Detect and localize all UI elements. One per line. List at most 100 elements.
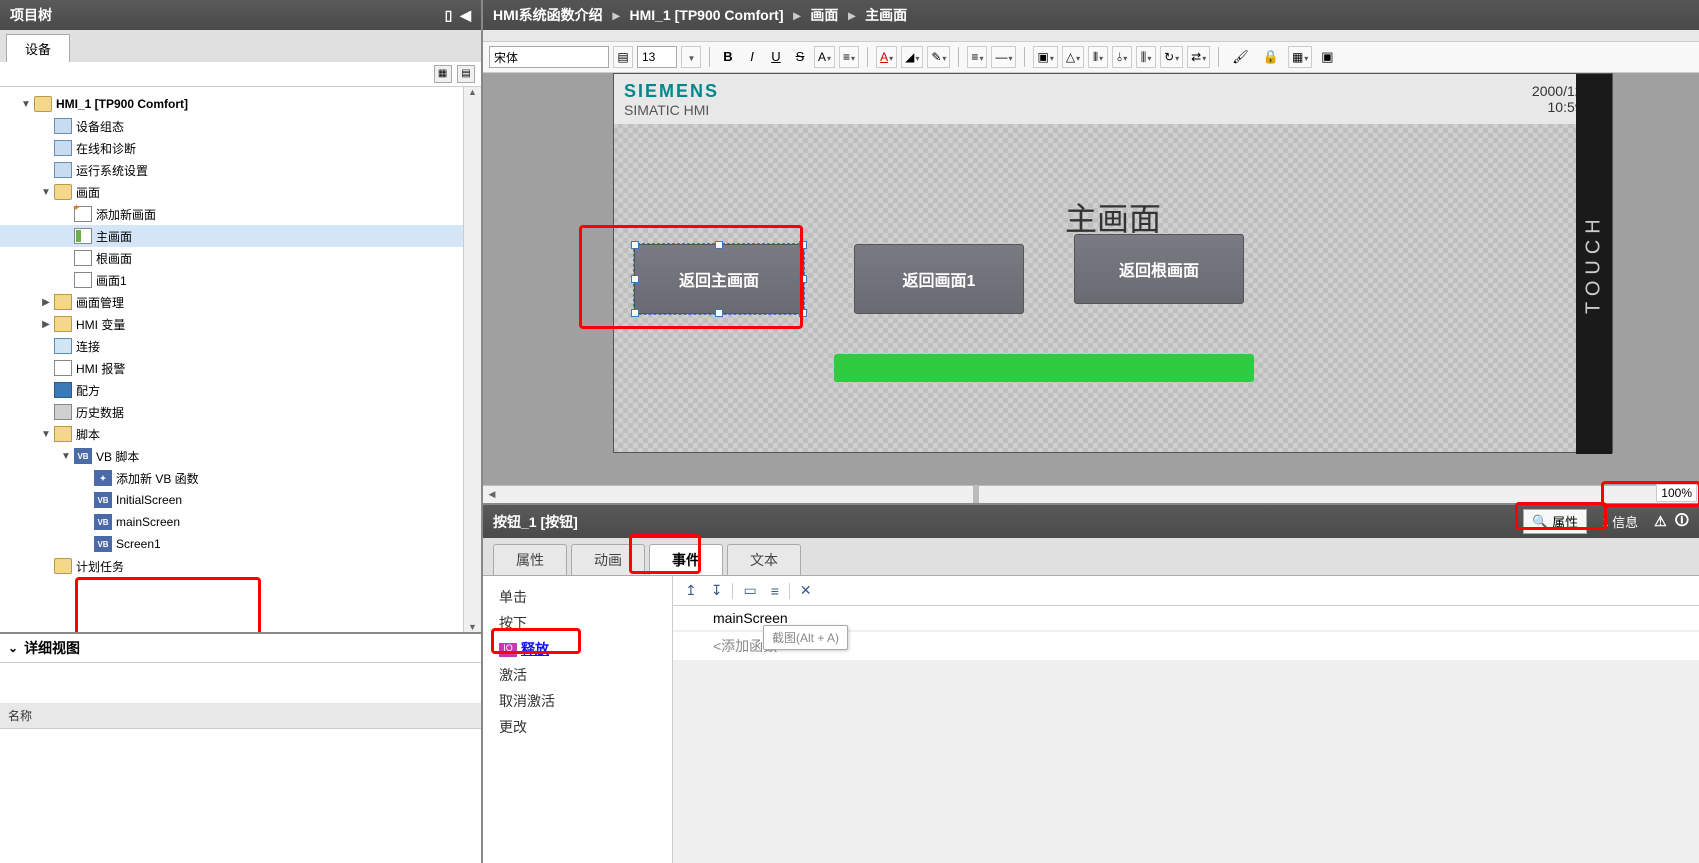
ptab-text[interactable]: 文本 [727, 544, 801, 575]
underline-button[interactable]: U [766, 46, 786, 68]
crumb-3[interactable]: 主画面 [865, 7, 907, 23]
tree-item[interactable]: 连接 [0, 335, 481, 357]
tree-options-icon[interactable]: ▤ [457, 65, 475, 83]
crumb-0[interactable]: HMI系统函数介绍 [493, 7, 603, 23]
font-size-select[interactable] [637, 46, 677, 68]
tree-item[interactable]: ✦添加新 VB 函数 [0, 467, 481, 489]
tag-icon [54, 316, 72, 332]
tree-item[interactable]: VBInitialScreen [0, 489, 481, 511]
detail-view-header[interactable]: ⌄ 详细视图 [0, 632, 481, 663]
canvas-h-scrollbar[interactable]: ◀ ▶ 100% [483, 485, 1699, 503]
font-color-dd[interactable]: A▾ [876, 46, 897, 68]
line-style-dd[interactable]: —▾ [991, 46, 1016, 68]
fill-color-dd[interactable]: ◢▾ [901, 46, 923, 68]
rotate-dd[interactable]: ↻▾ [1160, 46, 1183, 68]
tree-item[interactable]: ▶画面管理 [0, 291, 481, 313]
tree-item[interactable]: 根画面 [0, 247, 481, 269]
ptab-events[interactable]: 事件 [649, 544, 723, 575]
tree-view-icon[interactable]: ▦ [434, 65, 452, 83]
tree-item[interactable]: HMI 报警 [0, 357, 481, 379]
layer-front-dd[interactable]: ▣▾ [1033, 46, 1057, 68]
tree-item[interactable]: 设备组态 [0, 115, 481, 137]
ptab-anim[interactable]: 动画 [571, 544, 645, 575]
tree-item[interactable]: 配方 [0, 379, 481, 401]
tree-item[interactable]: ▼画面 [0, 181, 481, 203]
add-screen-icon [74, 206, 92, 222]
line-width-dd[interactable]: ≡▾ [967, 46, 987, 68]
props-tab-info[interactable]: ℹ 信息 [1595, 510, 1646, 533]
align-h-dd[interactable]: ⫴▾ [1088, 46, 1108, 68]
font-book-icon[interactable]: ▤ [613, 46, 633, 68]
align-dd[interactable]: ≡▾ [839, 46, 859, 68]
project-tree-title: 项目树 [10, 5, 52, 25]
project-tree[interactable]: ▼HMI_1 [TP900 Comfort]设备组态在线和诊断运行系统设置▼画面… [0, 87, 481, 583]
expand-icon[interactable]: ▼ [20, 99, 32, 110]
distribute-dd[interactable]: ⫼▾ [1136, 46, 1156, 68]
expand-icon[interactable]: ▼ [40, 429, 52, 440]
event-item[interactable]: 取消激活 [483, 688, 672, 714]
tree-item[interactable]: 主画面 [0, 225, 481, 247]
add-folder-icon[interactable]: ▭ [739, 580, 760, 601]
hmi-button-2[interactable]: 返回画面1 [854, 244, 1024, 314]
event-item[interactable]: 激活 [483, 662, 672, 688]
expand-icon[interactable]: ▼ [40, 187, 52, 198]
font-extra-dd[interactable]: A▾ [814, 46, 835, 68]
event-item[interactable]: 单击 [483, 584, 672, 610]
tree-item[interactable]: 添加新画面 [0, 203, 481, 225]
crumb-1[interactable]: HMI_1 [TP900 Comfort] [629, 7, 783, 23]
bold-button[interactable]: B [718, 46, 738, 68]
tree-item[interactable]: ▼HMI_1 [TP900 Comfort] [0, 93, 481, 115]
move-down-icon[interactable]: ↧ [707, 580, 727, 601]
diagnostics-icon[interactable]: 🛈 [1675, 510, 1689, 534]
screen-canvas[interactable]: SIEMENS SIMATIC HMI 2000/12/31 10:59:39 … [483, 73, 1699, 485]
tree-scrollbar[interactable] [463, 87, 481, 632]
zoom-value[interactable]: 100% [1656, 484, 1697, 502]
list-icon[interactable]: ≡ [767, 581, 783, 601]
strike-button[interactable]: S [790, 46, 810, 68]
tree-item-label: 连接 [76, 338, 100, 355]
event-item[interactable]: 更改 [483, 714, 672, 740]
expand-icon[interactable]: ▶ [40, 319, 52, 330]
event-item[interactable]: IO释放 [483, 636, 672, 662]
hmi-button-1[interactable]: 返回主画面 [634, 244, 804, 314]
tab-devices[interactable]: 设备 [6, 34, 70, 62]
font-select[interactable] [489, 46, 609, 68]
script-icon [54, 426, 72, 442]
event-item[interactable]: 按下 [483, 610, 672, 636]
tree-item[interactable]: 在线和诊断 [0, 137, 481, 159]
events-list[interactable]: 单击按下IO释放激活取消激活更改 [483, 576, 673, 863]
panel-collapse-icon[interactable]: ◀ [460, 7, 471, 23]
props-tab-properties[interactable]: 🔍 属性 [1523, 509, 1587, 534]
line-color-dd[interactable]: ✎▾ [927, 46, 950, 68]
expand-icon[interactable]: ▼ [60, 451, 72, 462]
move-up-icon[interactable]: ↥ [681, 580, 701, 601]
panel-pin-icon[interactable]: ▯ [445, 7, 453, 23]
expand-icon[interactable]: ▶ [40, 297, 52, 308]
lock-icon[interactable]: 🔒 [1258, 46, 1284, 68]
layer-back-dd[interactable]: △▾ [1062, 46, 1084, 68]
delete-icon[interactable]: ✕ [796, 580, 816, 601]
ruler-icon[interactable]: ▣ [1316, 46, 1338, 68]
size-dd-icon[interactable]: ▼ [681, 46, 701, 68]
tree-item[interactable]: 运行系统设置 [0, 159, 481, 181]
ptab-props[interactable]: 属性 [493, 544, 567, 575]
italic-button[interactable]: I [742, 46, 762, 68]
tree-item[interactable]: 历史数据 [0, 401, 481, 423]
function-list[interactable]: mainScreen <添加函数> 截图(Alt + A) [673, 606, 1699, 863]
grid-dd[interactable]: ▦▾ [1288, 46, 1312, 68]
brush-icon[interactable]: 🖌 [1227, 46, 1254, 68]
device-icon [54, 118, 72, 134]
flip-dd[interactable]: ⇄▾ [1187, 46, 1210, 68]
tree-item[interactable]: VBmainScreen [0, 511, 481, 533]
tree-item[interactable]: ▼脚本 [0, 423, 481, 445]
align-v-dd[interactable]: ⫰▾ [1112, 46, 1132, 68]
warning-icon[interactable]: ⚠ [1654, 513, 1667, 530]
hmi-green-bar[interactable] [834, 354, 1254, 382]
tree-item[interactable]: ▼VBVB 脚本 [0, 445, 481, 467]
tree-item[interactable]: 计划任务 [0, 555, 481, 577]
tree-item[interactable]: VBScreen1 [0, 533, 481, 555]
tree-item[interactable]: 画面1 [0, 269, 481, 291]
tree-item[interactable]: ▶HMI 变量 [0, 313, 481, 335]
hmi-button-3[interactable]: 返回根画面 [1074, 234, 1244, 304]
crumb-2[interactable]: 画面 [810, 7, 838, 23]
